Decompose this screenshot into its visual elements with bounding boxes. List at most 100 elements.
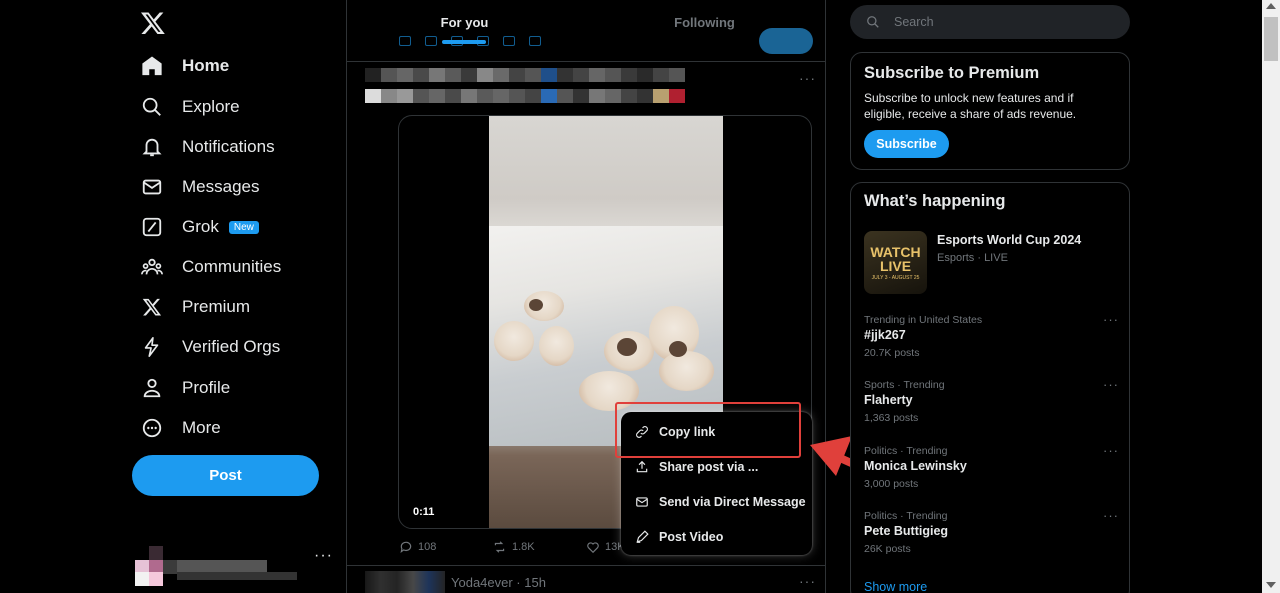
trend-item[interactable]: Politics · Trending Monica Lewinsky 3,00… <box>864 443 1119 495</box>
search-icon <box>140 95 164 119</box>
trend-count: 20.7K posts <box>864 347 920 359</box>
trend-more-icon[interactable]: ··· <box>1103 443 1119 458</box>
next-tweet-more-icon[interactable]: ··· <box>799 573 816 589</box>
tweet-author-blurred <box>365 68 685 110</box>
schedule-icon[interactable] <box>503 36 515 46</box>
nav-item-home[interactable]: Home <box>140 46 229 86</box>
avatar-pixel <box>135 572 149 586</box>
nav-label: Messages <box>182 177 260 196</box>
reply-button[interactable]: 108 <box>399 540 436 554</box>
kitten-image <box>539 326 574 366</box>
avatar-pixel <box>149 572 163 586</box>
show-more-link[interactable]: Show more <box>864 580 927 593</box>
event-subtitle: Esports · LIVE <box>937 252 1008 264</box>
envelope-icon <box>140 175 164 199</box>
kitten-face <box>669 341 687 357</box>
envelope-icon <box>636 497 648 507</box>
scroll-thumb[interactable] <box>1264 17 1278 61</box>
gif-icon[interactable] <box>425 36 437 46</box>
reply-count: 108 <box>418 541 437 553</box>
compose-toolbar <box>399 36 541 46</box>
trend-more-icon[interactable]: ··· <box>1103 377 1119 392</box>
nav-item-profile[interactable]: Profile <box>140 368 230 408</box>
pencil-icon <box>636 530 649 543</box>
nav-item-premium[interactable]: Premium <box>140 287 250 327</box>
trend-context: Sports · Trending <box>864 379 945 391</box>
event-thumb-dates: JULY 3 - AUGUST 25 <box>871 274 920 281</box>
scrollbar[interactable] <box>1262 0 1280 593</box>
event-title[interactable]: Esports World Cup 2024 <box>937 233 1081 247</box>
reply-icon <box>400 541 412 554</box>
nav-label: Home <box>182 56 230 75</box>
tweet-more-icon[interactable]: ··· <box>799 70 816 86</box>
video-time: 0:11 <box>413 506 435 518</box>
nav-item-messages[interactable]: Messages <box>140 167 259 207</box>
account-handle-blurred <box>177 572 297 580</box>
event-thumb-text: LIVE <box>879 257 912 274</box>
nav-label: Verified Orgs <box>182 337 281 356</box>
scroll-down-arrow-icon[interactable] <box>1266 582 1276 588</box>
premium-description: Subscribe to unlock new features and if … <box>864 91 1077 121</box>
menu-item-label: Send via Direct Message <box>659 495 806 509</box>
premium-card: Subscribe to Premium Subscribe to unlock… <box>850 52 1130 170</box>
heart-icon <box>587 542 599 554</box>
trend-count: 1,363 posts <box>864 412 919 424</box>
search-box[interactable] <box>850 5 1130 39</box>
search-icon <box>867 16 879 28</box>
trend-name: #jjk267 <box>864 328 906 342</box>
x-logo-icon <box>140 295 164 319</box>
repost-count: 1.8K <box>512 541 535 553</box>
avatar <box>149 546 163 560</box>
trend-more-icon[interactable]: ··· <box>1103 312 1119 327</box>
nav-item-verified-orgs[interactable]: Verified Orgs <box>140 327 280 367</box>
trend-name: Pete Buttigieg <box>864 524 949 538</box>
image-icon[interactable] <box>399 36 411 46</box>
nav-item-notifications[interactable]: Notifications <box>140 127 275 167</box>
event-thumbnail[interactable]: WATCH LIVE JULY 3 - AUGUST 25 <box>864 231 927 294</box>
nav-label: Grok <box>182 217 219 236</box>
account-switcher[interactable] <box>135 546 335 586</box>
emoji-icon[interactable] <box>477 36 489 46</box>
repost-button[interactable]: 1.8K <box>492 540 535 554</box>
more-circle-icon <box>140 416 164 440</box>
like-button[interactable]: 13K <box>586 540 625 554</box>
nav-label: Communities <box>182 257 282 276</box>
trend-more-icon[interactable]: ··· <box>1103 508 1119 523</box>
trend-item[interactable]: Sports · Trending Flaherty 1,363 posts ·… <box>864 377 1119 429</box>
avatar-pixel <box>163 560 177 574</box>
location-icon[interactable] <box>529 36 541 46</box>
grok-icon <box>140 215 164 239</box>
menu-item-post-video[interactable]: Post Video <box>621 520 812 554</box>
kitten-image <box>494 321 534 361</box>
trend-count: 26K posts <box>864 543 911 555</box>
subscribe-button[interactable]: Subscribe <box>864 130 949 158</box>
event-thumb-text: WATCH <box>870 243 921 260</box>
trend-item[interactable]: Trending in United States #jjk267 20.7K … <box>864 312 1119 364</box>
menu-item-label: Post Video <box>659 530 724 544</box>
menu-item-send-dm[interactable]: Send via Direct Message <box>621 485 812 519</box>
account-more-icon[interactable]: ··· <box>314 547 333 565</box>
kitten-image <box>659 351 714 391</box>
kitten-face <box>529 299 543 311</box>
trend-count: 3,000 posts <box>864 478 919 490</box>
nav-label: More <box>182 418 221 437</box>
scroll-up-arrow-icon[interactable] <box>1266 3 1276 9</box>
nav-item-communities[interactable]: Communities <box>140 247 281 287</box>
trend-name: Monica Lewinsky <box>864 459 967 473</box>
trend-item[interactable]: Politics · Trending Pete Buttigieg 26K p… <box>864 508 1119 560</box>
x-logo-icon[interactable] <box>140 10 166 36</box>
search-input[interactable] <box>894 15 1094 29</box>
poll-icon[interactable] <box>451 36 463 46</box>
home-icon <box>140 54 164 78</box>
menu-item-label: Share post via ... <box>659 460 759 474</box>
next-tweet-author-blurred <box>365 571 445 593</box>
nav-item-more[interactable]: More <box>140 408 221 448</box>
nav-item-explore[interactable]: Explore <box>140 87 240 127</box>
nav-label: Premium <box>182 297 251 316</box>
nav-item-grok[interactable]: Grok New <box>140 207 259 247</box>
nav-label: Notifications <box>182 137 275 156</box>
post-button[interactable]: Post <box>132 455 319 496</box>
compose-post-button[interactable] <box>759 28 813 54</box>
next-tweet[interactable]: Yoda4ever · 15h ··· <box>365 571 815 593</box>
divider <box>347 565 826 566</box>
